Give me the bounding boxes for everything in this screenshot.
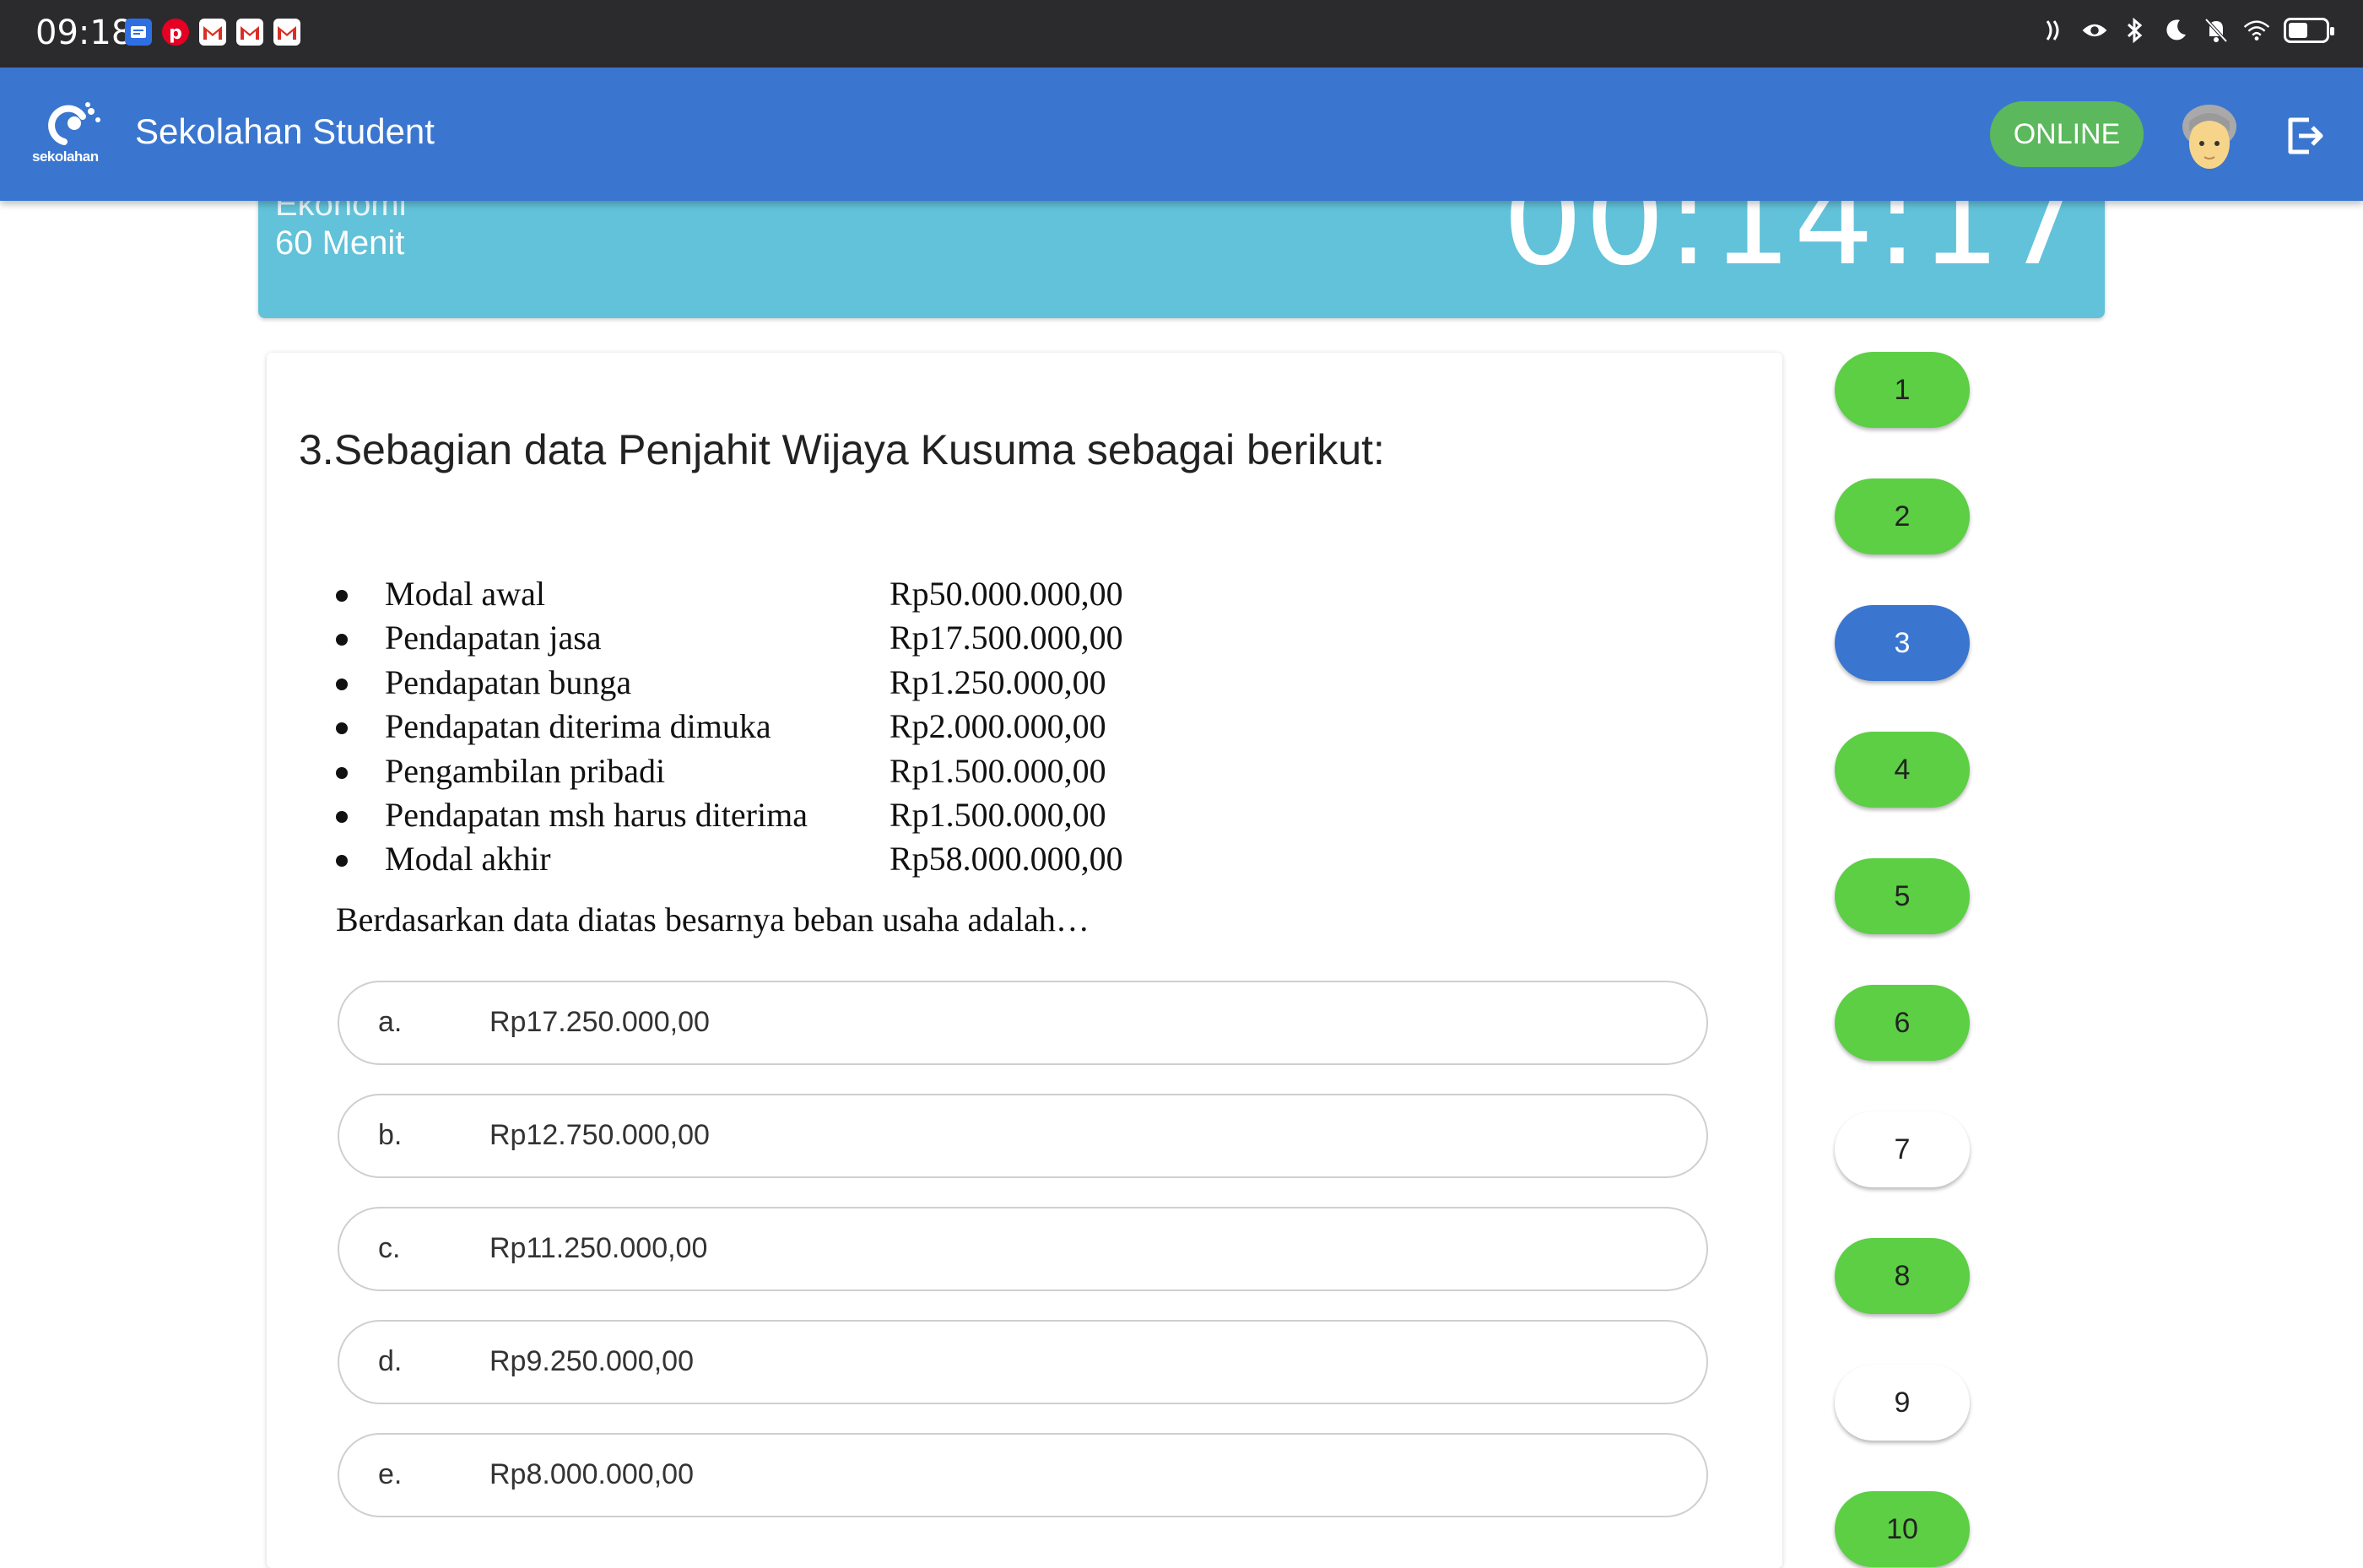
answer-option-d[interactable]: d. Rp9.250.000,00 bbox=[338, 1320, 1708, 1404]
logo-text: sekolahan bbox=[32, 149, 99, 165]
gmail-icon bbox=[236, 19, 263, 46]
question-number-button[interactable]: 6 bbox=[1835, 985, 1970, 1061]
app-title: Sekolahan Student bbox=[135, 111, 435, 151]
question-number-button[interactable]: 4 bbox=[1835, 732, 1970, 808]
option-text: Rp12.750.000,00 bbox=[489, 1119, 710, 1151]
answer-option-a[interactable]: a. Rp17.250.000,00 bbox=[338, 981, 1708, 1065]
bell-off-icon bbox=[2203, 15, 2230, 46]
bullet-icon bbox=[336, 590, 348, 602]
messages-icon bbox=[125, 19, 152, 46]
item-value: Rp1.250.000,00 bbox=[890, 662, 1106, 701]
question-number-button-current[interactable]: 3 bbox=[1835, 605, 1970, 681]
battery-icon bbox=[2284, 18, 2334, 43]
online-status-badge: ONLINE bbox=[1990, 101, 2144, 167]
status-bar: 09:18 p bbox=[0, 0, 2363, 68]
bullet-icon bbox=[336, 678, 348, 690]
option-text: Rp8.000.000,00 bbox=[489, 1458, 694, 1490]
system-icons bbox=[2041, 15, 2334, 46]
question-number-button[interactable]: 9 bbox=[1835, 1365, 1970, 1441]
item-value: Rp58.000.000,00 bbox=[890, 840, 1123, 879]
question-card: 3.Sebagian data Penjahit Wijaya Kusuma s… bbox=[267, 353, 1782, 1568]
item-label: Pendapatan diterima dimuka bbox=[385, 707, 771, 746]
question-number-button[interactable]: 8 bbox=[1835, 1238, 1970, 1314]
bullet-icon bbox=[336, 722, 348, 735]
svg-text:p: p bbox=[169, 23, 182, 44]
item-label: Pendapatan bunga bbox=[385, 662, 632, 701]
bullet-icon bbox=[336, 810, 348, 823]
logout-icon[interactable] bbox=[2284, 115, 2326, 157]
item-value: Rp50.000.000,00 bbox=[890, 575, 1123, 613]
answer-option-c[interactable]: c. Rp11.250.000,00 bbox=[338, 1207, 1708, 1291]
gmail-icon bbox=[273, 19, 300, 46]
avatar[interactable] bbox=[2177, 101, 2241, 172]
option-text: Rp17.250.000,00 bbox=[489, 1006, 710, 1038]
bluetooth-icon bbox=[2122, 15, 2149, 46]
option-letter: d. bbox=[378, 1345, 403, 1377]
question-number-button[interactable]: 5 bbox=[1835, 858, 1970, 934]
item-value: Rp1.500.000,00 bbox=[890, 795, 1106, 834]
option-text: Rp9.250.000,00 bbox=[489, 1345, 694, 1377]
wifi-icon bbox=[2243, 15, 2270, 46]
question-number-button[interactable]: 1 bbox=[1835, 352, 1970, 428]
question-number-button[interactable]: 10 bbox=[1835, 1491, 1970, 1567]
answer-option-e[interactable]: e. Rp8.000.000,00 bbox=[338, 1433, 1708, 1517]
option-letter: c. bbox=[378, 1232, 401, 1264]
option-letter: b. bbox=[378, 1119, 403, 1151]
question-number-button[interactable]: 7 bbox=[1835, 1111, 1970, 1187]
item-value: Rp17.500.000,00 bbox=[890, 619, 1123, 657]
bullet-icon bbox=[336, 855, 348, 868]
bullet-icon bbox=[336, 634, 348, 646]
option-text: Rp11.250.000,00 bbox=[489, 1232, 708, 1264]
option-letter: a. bbox=[378, 1006, 403, 1038]
gmail-icon bbox=[199, 19, 226, 46]
bullet-icon bbox=[336, 766, 348, 779]
nfc-icon bbox=[2041, 15, 2068, 46]
item-value: Rp1.500.000,00 bbox=[890, 751, 1106, 790]
pinterest-icon: p bbox=[162, 19, 189, 46]
answer-option-b[interactable]: b. Rp12.750.000,00 bbox=[338, 1094, 1708, 1178]
item-value: Rp2.000.000,00 bbox=[890, 707, 1106, 746]
question-number-button[interactable]: 2 bbox=[1835, 479, 1970, 554]
eye-icon bbox=[2081, 15, 2108, 46]
status-time: 09:18 bbox=[35, 14, 133, 52]
option-letter: e. bbox=[378, 1458, 403, 1490]
question-title: 3.Sebagian data Penjahit Wijaya Kusuma s… bbox=[299, 426, 1385, 473]
question-prompt: Berdasarkan data diatas besarnya beban u… bbox=[336, 900, 1090, 938]
moon-icon bbox=[2162, 15, 2189, 46]
item-label: Modal akhir bbox=[385, 840, 551, 879]
item-label: Pengambilan pribadi bbox=[385, 751, 666, 790]
item-label: Modal awal bbox=[385, 575, 545, 613]
app-bar: sekolahan Sekolahan Student ONLINE bbox=[0, 68, 2363, 201]
item-label: Pendapatan msh harus diterima bbox=[385, 795, 808, 834]
item-label: Pendapatan jasa bbox=[385, 619, 602, 657]
exam-duration: 60 Menit bbox=[275, 224, 405, 262]
